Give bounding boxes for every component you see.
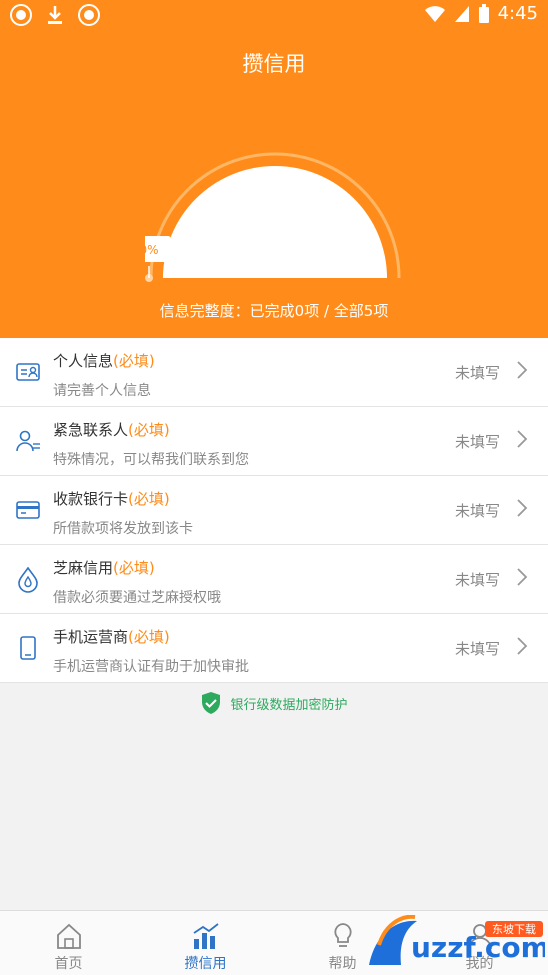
chevron-right-icon [517, 430, 528, 448]
chevron-right-icon [517, 361, 528, 379]
item-subtitle: 请完善个人信息 [53, 383, 151, 399]
info-item-bank-card[interactable]: 收款银行卡(必填) 所借款项将发放到该卡 未填写 [0, 476, 548, 545]
item-subtitle: 特殊情况，可以帮我们联系到您 [53, 452, 249, 468]
site-watermark: uzzf.com 东坡下载 [369, 915, 545, 965]
chevron-right-icon [517, 568, 528, 586]
app-notification-icon [10, 4, 32, 26]
chevron-right-icon [517, 637, 528, 655]
clock: 4:45 [497, 3, 538, 24]
item-status: 未填写 [454, 502, 500, 520]
item-title: 紧急联系人(必填) [53, 421, 170, 439]
gauge-percent-label: 0% [145, 243, 159, 257]
item-status: 未填写 [454, 433, 500, 451]
item-subtitle: 所借款项将发放到该卡 [53, 521, 193, 537]
item-subtitle: 借款必须要通过芝麻授权哦 [53, 590, 221, 606]
info-item-sesame-credit[interactable]: 芝麻信用(必填) 借款必须要通过芝麻授权哦 未填写 [0, 545, 548, 614]
required-tag: (必填) [128, 421, 170, 439]
info-item-emergency-contact[interactable]: 紧急联系人(必填) 特殊情况，可以帮我们联系到您 未填写 [0, 407, 548, 476]
bank-card-icon [16, 501, 40, 519]
wifi-icon [424, 5, 445, 22]
item-status: 未填写 [454, 364, 500, 382]
required-tag: (必填) [128, 628, 170, 646]
info-item-list: 个人信息(必填) 请完善个人信息 未填写 紧急联系人(必填) 特殊情况，可以帮我… [0, 338, 548, 683]
completion-gauge: 0% [145, 152, 401, 282]
page-title: 攒信用 [242, 52, 306, 76]
item-title: 手机运营商(必填) [53, 628, 170, 646]
status-bar: 4:45 [0, 0, 548, 32]
shield-check-icon [202, 692, 221, 714]
phone-icon [20, 636, 36, 660]
sesame-drop-icon [18, 566, 38, 593]
required-tag: (必填) [128, 490, 170, 508]
tab-label: 首页 [54, 956, 83, 972]
download-icon [48, 6, 62, 24]
notification-icons [10, 4, 100, 26]
tab-home[interactable]: 首页 [0, 911, 137, 975]
item-subtitle: 手机运营商认证有助于加快审批 [53, 659, 249, 675]
battery-icon [478, 3, 489, 23]
security-note-text: 银行级数据加密防护 [230, 697, 348, 713]
required-tag: (必填) [113, 559, 155, 577]
signal-icon [454, 5, 469, 22]
tab-credit[interactable]: 攒信用 [137, 911, 274, 975]
watermark-badge: 东坡下载 [492, 923, 536, 936]
home-icon [56, 923, 81, 949]
chevron-right-icon [517, 499, 528, 517]
item-status: 未填写 [454, 640, 500, 658]
app-notification-icon [78, 4, 100, 26]
id-card-icon [16, 363, 40, 381]
item-status: 未填写 [454, 571, 500, 589]
item-title: 个人信息(必填) [53, 352, 155, 370]
security-note: 银行级数据加密防护 [0, 690, 548, 716]
contact-person-icon [16, 430, 40, 452]
completion-progress-text: 信息完整度：已完成0项 / 全部5项 [159, 302, 389, 320]
info-item-mobile-carrier[interactable]: 手机运营商(必填) 手机运营商认证有助于加快审批 未填写 [0, 614, 548, 683]
required-tag: (必填) [113, 352, 155, 370]
item-title: 收款银行卡(必填) [53, 490, 170, 508]
info-item-personal[interactable]: 个人信息(必填) 请完善个人信息 未填写 [0, 338, 548, 407]
tab-label: 攒信用 [184, 956, 227, 972]
bulb-icon [333, 923, 352, 947]
credit-header: 攒信用 0% 信息完整度：已完成0项 / 全部5项 [0, 32, 548, 338]
bar-chart-icon [193, 923, 219, 949]
item-title: 芝麻信用(必填) [53, 559, 155, 577]
